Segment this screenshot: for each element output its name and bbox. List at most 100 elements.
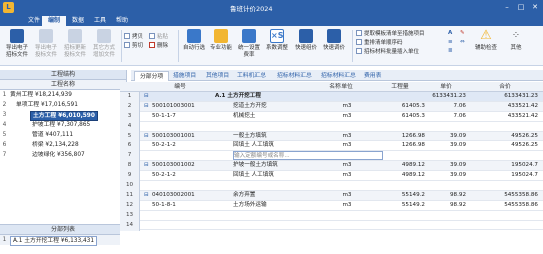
table-row[interactable]: 10 [120,181,543,192]
export-bid-file-button[interactable]: 导出电子 招标文件 [3,29,31,58]
table-row[interactable]: 6 50-2-1-2 回填土 人工填筑 m3 1266.98 39.09 49526.25 [120,141,543,152]
paste-label: 粘贴 [157,34,169,40]
warning-icon: ⚠ [480,28,492,43]
table-row[interactable]: 14 [120,220,543,231]
extract-template-button[interactable]: 提取模板清单至措施项目 [356,30,425,38]
quick-price-icon [299,29,313,43]
font-a-icon[interactable]: A [448,30,452,37]
table-row[interactable]: 7 输入定额编号或名称... [120,151,543,162]
table-row[interactable]: 12 50-1-8-1 土方场外运输 m3 55149.2 98.92 5455358.86 [120,200,543,211]
update-icon [68,29,82,43]
reorder-code-button[interactable]: 重排清单顺序码 [356,39,403,47]
tab-other[interactable]: 其他项目 [201,71,234,81]
assist-check-button[interactable]: ⚠ 辅助检查 [472,29,500,52]
add-file-button[interactable]: 其它方式 增加文件 [90,29,118,58]
tree-row[interactable]: 1 黄州工程 ¥18,214,939 [0,90,126,100]
unit-cell [332,181,362,190]
table-row[interactable]: 3 50-1-1-7 机械挖土 m3 61405.3 7.06 433521.42 [120,111,543,122]
auto-select-button[interactable]: 自动行选 [181,29,207,52]
tree-row[interactable]: 4 护坡工程 ¥7,307,865 [0,120,126,130]
coefficient-button[interactable]: ×S 系数调整 [264,29,290,52]
tab-bid-material-2[interactable]: 招标材料汇总 [316,71,361,81]
menu-tab-help[interactable]: 帮助 [110,16,134,26]
section-list-row[interactable]: 1 A.1 土方开挖工程 ¥6,133,431 [0,235,126,246]
tree-row[interactable]: 3 土方工程 ¥6,010,590 [0,110,126,121]
tree-row[interactable]: 6 桥梁 ¥2,134,228 [0,140,126,150]
tree-row[interactable]: 2 单项工程 ¥17,016,591 [0,100,126,110]
copy-button[interactable]: 拷贝 [124,33,143,41]
price-cell: 39.09 [449,162,466,169]
collapse-icon[interactable]: ⊟ [144,92,150,101]
unit-cell: m3 [342,132,352,139]
menu-tab-data[interactable]: 数据 [66,16,90,26]
pen-icon[interactable]: ✎ [460,30,465,37]
tree-item-label: 边坡绿化 ¥356,807 [32,152,85,158]
price-cell: 39.09 [449,132,466,139]
extract-icon [356,30,362,36]
code-cell [152,181,222,190]
export-bid-icon [39,29,53,43]
row-number: 5 [2,132,7,138]
tree-row[interactable]: 5 管道 ¥407,111 [0,130,126,140]
update-file-button[interactable]: 招标更新 投标文件 [61,29,89,58]
tree-row[interactable]: 7 边坡绿化 ¥356,807 [0,150,126,160]
maximize-icon[interactable]: □ [514,2,528,13]
more-button[interactable]: ⁘ 其他 [504,29,528,52]
table-row[interactable]: 5 500103001001 一般土方填筑 m3 1266.98 39.09 49526.2… [120,131,543,142]
format-icon[interactable]: ≣ [448,48,453,55]
row-number: 13 [120,210,140,221]
delete-button[interactable]: 删除 [149,42,168,50]
batch-insert-button[interactable]: 招标材料批量插入单位 [356,48,419,56]
close-icon[interactable]: ✕ [528,2,542,13]
table-row[interactable]: 11 040103002001 余方弃置 m3 55149.2 98.92 5455358.… [120,190,543,201]
quick-adjust-button[interactable]: 快速调价 [321,29,347,52]
code-cell [152,211,222,220]
table-row[interactable]: 2 500101003001 挖道土方开挖 m3 61405.3 7.06 433521.4… [120,101,543,112]
more-icon: ⁘ [511,30,521,41]
table-row[interactable]: 13 [120,210,543,221]
auto-select-icon [187,29,201,43]
tree-item-label: 桥梁 ¥2,134,228 [32,142,79,148]
table-row[interactable]: 9 50-2-1-2 回填土 人工填筑 m3 4989.12 39.09 195024.7 [120,171,543,182]
menu-tab-edit[interactable]: 编制 [42,16,67,26]
tab-fee-table[interactable]: 费用表 [359,71,386,81]
quick-price-button[interactable]: 快速组价 [293,29,319,52]
code-cell: 50-2-1-2 [152,172,176,179]
row-number: 1 [2,92,7,98]
auto-select-label: 自动行选 [182,45,205,51]
export-tender-file-button[interactable]: 导出电子 投标文件 [32,29,60,58]
table-row[interactable]: 8 500103001002 护坡一般土方填筑 m3 4989.12 39.09 19502… [120,161,543,172]
row-number: 11 [120,190,140,201]
total-cell [470,221,538,230]
ribbon-divider [352,30,353,62]
row-number: 4 [2,122,7,128]
qty-cell [375,211,425,220]
set-rate-button[interactable]: 统一设置 费率 [236,29,262,58]
row-number: 6 [120,141,140,152]
grid-body: 1 A.1 土方开挖工程 6133431.23 6133431.23 ⊟ 2 5001010… [120,92,543,231]
collapse-icon[interactable]: ⊟ [144,191,150,200]
pro-function-icon [214,29,228,43]
cut-button[interactable]: 剪切 [124,42,143,50]
tab-fbfx[interactable]: 分部分项 [134,71,170,81]
expand-icon[interactable]: ⇔ [460,39,465,46]
delete-icon [149,42,155,48]
minimize-icon[interactable]: – [500,2,514,13]
total-cell [470,122,538,131]
quick-adjust-label: 快速调价 [322,45,345,51]
table-row[interactable]: 1 A.1 土方开挖工程 6133431.23 6133431.23 ⊟ [120,92,543,102]
menu-tab-tools[interactable]: 工具 [88,16,112,26]
collapse-icon[interactable]: ⊟ [144,161,150,170]
paste-button[interactable]: 粘贴 [149,33,168,41]
tab-bid-material[interactable]: 招标材料汇总 [272,71,317,81]
unit-cell [332,221,362,230]
table-row[interactable]: 4 [120,121,543,132]
collapse-icon[interactable]: ⊟ [144,132,150,141]
align-icon[interactable]: ≡ [448,39,453,46]
row-number: 2 [2,102,7,108]
collapse-icon[interactable]: ⊟ [144,102,150,111]
pro-function-button[interactable]: 专业功能 [208,29,234,52]
menu-bar: 文件 编制 数据 工具 帮助 [0,15,543,26]
tab-material-summary[interactable]: 工料机汇总 [232,71,271,81]
tab-measures[interactable]: 措施项目 [168,71,201,81]
